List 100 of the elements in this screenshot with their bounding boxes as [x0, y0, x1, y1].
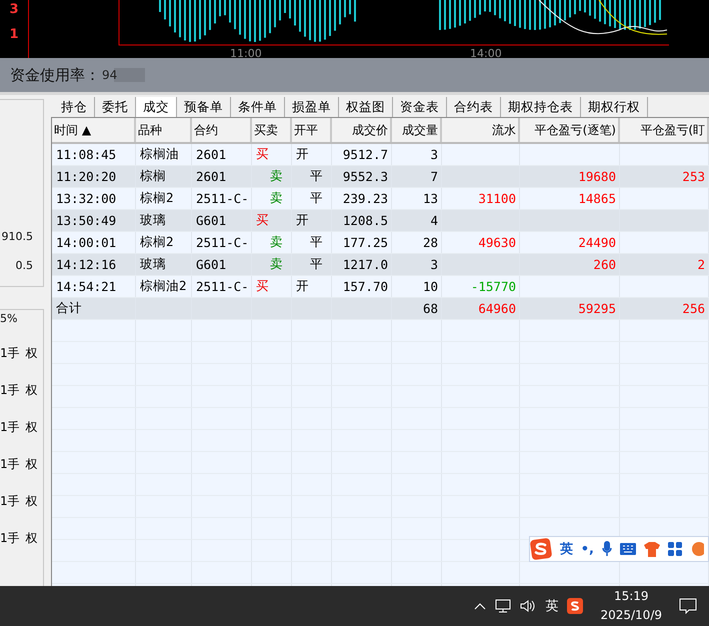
option-tag: 权 — [26, 419, 38, 436]
table-cell: -15770 — [442, 276, 520, 297]
column-header[interactable]: 成交量 — [392, 118, 442, 142]
table-cell: 10 — [392, 276, 442, 297]
table-cell: 24490 — [520, 232, 620, 253]
microphone-icon[interactable] — [602, 541, 612, 557]
table-cell: 买 — [252, 276, 292, 297]
time-axis-label: 11:00 — [230, 48, 262, 59]
notification-icon[interactable] — [679, 598, 697, 614]
table-cell: 2601 — [192, 166, 252, 187]
option-tag: 权 — [26, 345, 38, 362]
table-cell: 开 — [292, 210, 332, 231]
table-cell: G601 — [192, 254, 252, 275]
input-language-indicator[interactable]: 英 — [545, 597, 558, 615]
table-cell: 157.70 — [332, 276, 392, 297]
table-cell: 28 — [392, 232, 442, 253]
lot-text: 1手 — [0, 493, 20, 510]
keyboard-icon[interactable] — [620, 543, 636, 555]
option-tag: 权 — [26, 456, 38, 473]
table-cell: 玻璃 — [136, 210, 192, 231]
table-cell: 31100 — [442, 188, 520, 209]
table-cell: 14:54:21 — [52, 276, 136, 297]
table-cell: 11:08:45 — [52, 144, 136, 165]
table-cell: 2 — [620, 254, 709, 275]
table-cell: 260 — [520, 254, 620, 275]
table-cell: 14:00:01 — [52, 232, 136, 253]
table-cell: 256 — [620, 298, 709, 319]
table-cell: 253 — [620, 166, 709, 187]
table-cell: 1217.0 — [332, 254, 392, 275]
side-value: 910.5 — [2, 230, 33, 243]
column-header[interactable]: 买卖 — [252, 118, 292, 142]
table-cell: 2601 — [192, 144, 252, 165]
taskbar-clock[interactable]: 15:19 2025/10/9 — [592, 587, 670, 625]
table-cell: 开 — [292, 276, 332, 297]
table-cell: 68 — [392, 298, 442, 319]
time-axis-label: 14:00 — [470, 48, 502, 59]
clock-time: 15:19 — [614, 588, 649, 605]
table-cell: 7 — [392, 166, 442, 187]
option-tag: 权 — [26, 493, 38, 510]
table-cell: 177.25 — [332, 232, 392, 253]
table-cell: 3 — [392, 254, 442, 275]
tab[interactable]: 成交 — [136, 97, 177, 117]
table-cell: 平 — [292, 188, 332, 209]
table-cell: 卖 — [252, 254, 292, 275]
option-tag: 权 — [26, 382, 38, 399]
column-header[interactable]: 合约 — [192, 118, 252, 142]
ime-mode-toggle[interactable]: 英 — [560, 540, 573, 558]
chevron-up-icon[interactable] — [474, 602, 486, 610]
table-cell: 1208.5 — [332, 210, 392, 231]
option-tag: 权 — [26, 530, 38, 547]
table-cell: 2511-C- — [192, 276, 252, 297]
sogou-logo-icon[interactable] — [530, 538, 552, 560]
table-cell: 卖 — [252, 188, 292, 209]
fund-usage-value: 94 — [102, 68, 146, 82]
column-header[interactable]: 品种 — [136, 118, 192, 142]
axis-label: 3 — [9, 2, 19, 17]
table-cell: 开 — [292, 144, 332, 165]
table-cell: 3 — [392, 144, 442, 165]
clock-date: 2025/10/9 — [600, 607, 662, 624]
table-cell: 13 — [392, 188, 442, 209]
table-cell: 卖 — [252, 166, 292, 187]
table-cell: 平 — [292, 232, 332, 253]
network-icon[interactable] — [495, 599, 512, 613]
shirt-icon[interactable] — [644, 542, 660, 556]
table-cell: 棕榈2 — [136, 232, 192, 253]
average-line — [598, 0, 668, 35]
fund-usage-label: 资金使用率： — [10, 66, 100, 84]
column-header[interactable]: 平仓盈亏(逐笔) — [520, 118, 620, 142]
axis-label: 1 — [9, 27, 19, 42]
table-cell: 平 — [292, 254, 332, 275]
table-cell: 玻璃 — [136, 254, 192, 275]
table-cell: 2511-C- — [192, 188, 252, 209]
table-cell: 4 — [392, 210, 442, 231]
column-header[interactable]: 平仓盈亏(盯 — [620, 118, 709, 142]
table-cell: 59295 — [520, 298, 620, 319]
column-header[interactable]: 开平 — [292, 118, 332, 142]
table-cell: 64960 — [442, 298, 520, 319]
table-cell: G601 — [192, 210, 252, 231]
table-cell: 11:20:20 — [52, 166, 136, 187]
table-cell: 平 — [292, 166, 332, 187]
table-cell: 买 — [252, 144, 292, 165]
lot-text: 1手 — [0, 382, 20, 399]
column-header[interactable]: 成交价 — [332, 118, 392, 142]
table-cell: 卖 — [252, 232, 292, 253]
table-cell: 2511-C- — [192, 232, 252, 253]
punctuation-toggle[interactable]: •, — [580, 542, 594, 556]
table-cell: 19680 — [520, 166, 620, 187]
column-header[interactable]: 流水 — [442, 118, 520, 142]
table-cell: 13:32:00 — [52, 188, 136, 209]
lot-text: 1手 — [0, 456, 20, 473]
table-cell: 49630 — [442, 232, 520, 253]
sogou-tray-icon[interactable] — [567, 598, 584, 614]
lot-text: 1手 — [0, 419, 20, 436]
side-ratio: 5% — [0, 312, 18, 325]
table-cell: 9552.3 — [332, 166, 392, 187]
table-cell: 9512.7 — [332, 144, 392, 165]
column-header[interactable]: 时间 ▲ — [52, 118, 136, 142]
table-cell: 棕榈油 — [136, 144, 192, 165]
volume-icon[interactable] — [520, 599, 536, 613]
grid-icon[interactable] — [668, 542, 682, 556]
